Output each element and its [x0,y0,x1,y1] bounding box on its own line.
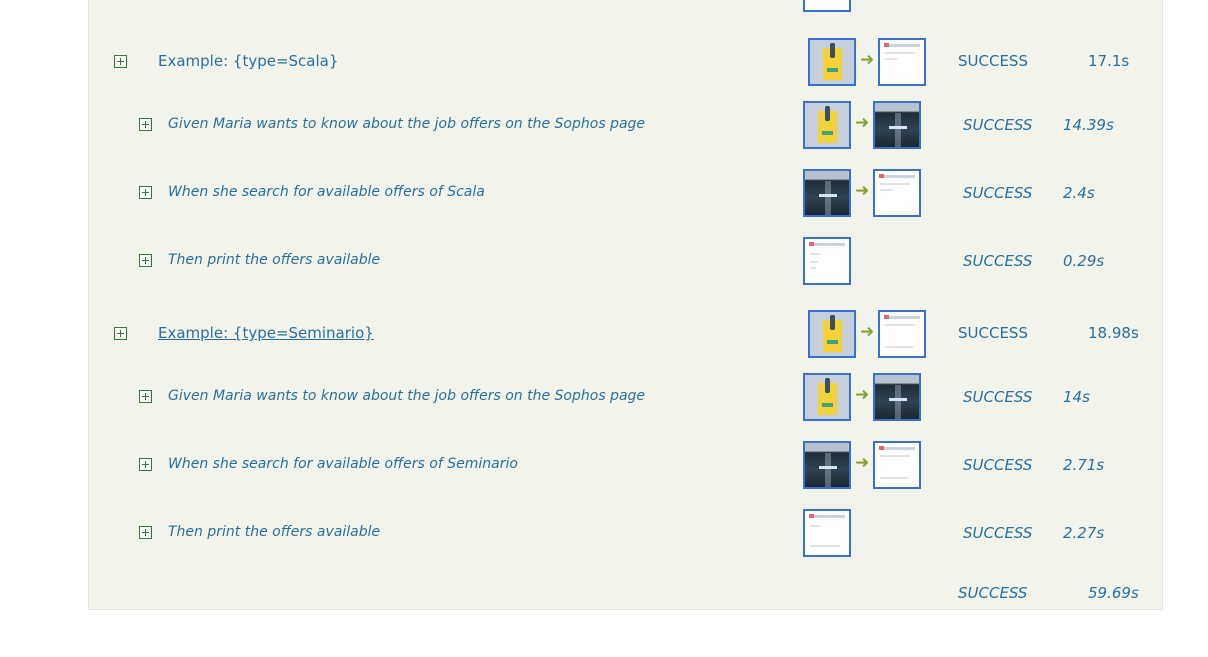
screenshot-thumbnail[interactable] [808,310,856,358]
screenshot-thumbnail[interactable] [803,441,851,489]
step-row: Then print the offers available SUCCESS … [0,233,1208,289]
screenshot-thumbnail[interactable] [803,509,851,557]
screenshot-thumbnail[interactable] [803,101,851,149]
screenshot-thumbnail[interactable] [873,441,921,489]
step-title: Then print the offers available [168,252,381,268]
duration-label: 14s [1063,388,1090,406]
screenshot-thumbnail[interactable] [803,237,851,285]
arrow-right-icon: ➜ [860,50,875,70]
duration-label: 2.27s [1063,524,1105,542]
screenshot-thumbnail[interactable] [803,169,851,217]
duration-label: 14.39s [1063,116,1114,134]
summary-row: SUCCESS 59.69s [0,565,1208,621]
status-label: SUCCESS [963,388,1033,406]
status-label: SUCCESS [963,184,1033,202]
expand-icon[interactable] [139,390,152,403]
screenshot-thumbnail[interactable] [803,373,851,421]
step-row: Given Maria wants to know about the job … [0,369,1208,425]
expand-icon[interactable] [139,458,152,471]
arrow-right-icon: ➜ [855,181,870,201]
arrow-right-icon: ➜ [860,322,875,342]
arrow-right-icon: ➜ [855,453,870,473]
step-title: When she search for available offers of … [168,184,485,200]
screenshot-thumbnail[interactable] [873,373,921,421]
arrow-right-icon: ➜ [855,113,870,133]
example-row: Example: {type=Scala} ➜ SUCCESS 17.1s [0,34,1208,90]
duration-label: 17.1s [1088,52,1130,70]
step-title: Given Maria wants to know about the job … [168,388,646,404]
screenshot-thumbnail[interactable] [803,0,851,12]
step-row: Given Maria wants to know about the job … [0,97,1208,153]
screenshot-thumbnail[interactable] [878,38,926,86]
status-label: SUCCESS [958,324,1028,342]
status-label: SUCCESS [963,456,1033,474]
status-label: SUCCESS [963,524,1033,542]
status-label: SUCCESS [963,252,1033,270]
summary-duration: 59.69s [1088,584,1139,602]
expand-icon[interactable] [114,327,127,340]
expand-icon[interactable] [139,254,152,267]
example-row: Example: {type=Seminario} ➜ SUCCESS 18.9… [0,306,1208,362]
step-row: When she search for available offers of … [0,437,1208,493]
screenshot-thumbnail[interactable] [808,38,856,86]
example-title[interactable]: Example: {type=Scala} [158,52,338,70]
screenshot-thumbnail[interactable] [873,169,921,217]
example-title[interactable]: Example: {type=Seminario} [158,324,374,342]
step-row: Then print the offers available SUCCESS … [0,505,1208,561]
step-title: When she search for available offers of … [168,456,518,472]
step-row: When she search for available offers of … [0,165,1208,221]
screenshot-thumbnail[interactable] [873,101,921,149]
expand-icon[interactable] [139,526,152,539]
duration-label: 2.71s [1063,456,1105,474]
status-label: SUCCESS [958,52,1028,70]
duration-label: 2.4s [1063,184,1095,202]
expand-icon[interactable] [139,186,152,199]
arrow-right-icon: ➜ [855,385,870,405]
duration-label: 0.29s [1063,252,1105,270]
screenshot-thumbnail[interactable] [878,310,926,358]
expand-icon[interactable] [139,118,152,131]
summary-status: SUCCESS [958,584,1028,602]
step-title: Given Maria wants to know about the job … [168,116,646,132]
expand-icon[interactable] [114,55,127,68]
duration-label: 18.98s [1088,324,1139,342]
step-title: Then print the offers available [168,524,381,540]
status-label: SUCCESS [963,116,1033,134]
